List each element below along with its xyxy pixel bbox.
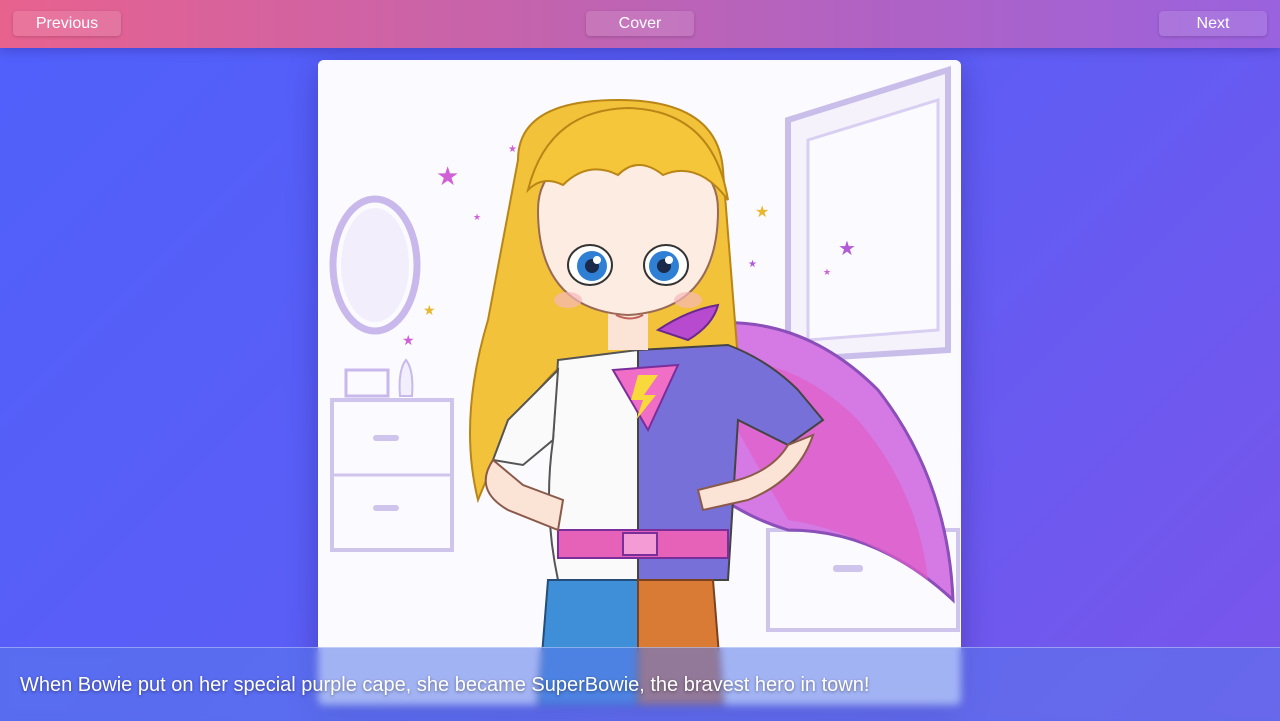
svg-text:★: ★: [473, 213, 481, 223]
top-navigation-bar: Previous Cover Next: [0, 0, 1280, 48]
svg-text:★: ★: [838, 236, 856, 260]
svg-text:★: ★: [423, 303, 436, 319]
svg-text:★: ★: [436, 162, 459, 192]
svg-text:★: ★: [748, 259, 757, 270]
svg-text:★: ★: [823, 268, 831, 278]
caption-bar: When Bowie put on her special purple cap…: [0, 647, 1280, 721]
story-page-illustration: ★ ★ ★ ★ ★ ★ ★ ★ ★: [318, 60, 961, 705]
superhero-girl-illustration: ★ ★ ★ ★ ★ ★ ★ ★ ★: [318, 60, 961, 705]
cover-button[interactable]: Cover: [586, 11, 694, 36]
previous-button[interactable]: Previous: [13, 11, 121, 36]
svg-text:★: ★: [755, 202, 769, 221]
svg-text:★: ★: [508, 144, 517, 155]
next-button[interactable]: Next: [1159, 11, 1267, 36]
story-caption: When Bowie put on her special purple cap…: [20, 674, 870, 696]
svg-text:★: ★: [402, 333, 415, 349]
